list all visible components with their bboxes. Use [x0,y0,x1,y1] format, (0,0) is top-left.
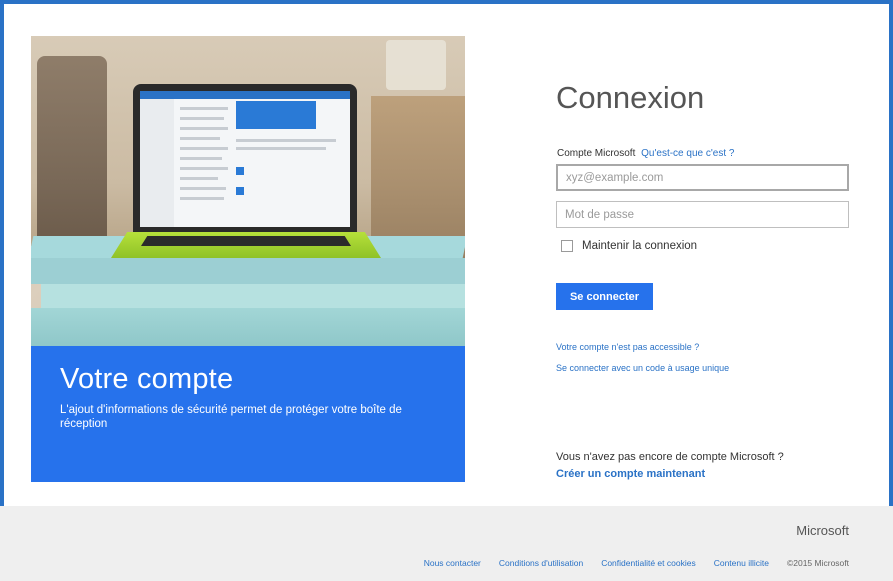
hero-image [31,36,465,346]
single-use-code-link[interactable]: Se connecter avec un code à usage unique [556,363,729,373]
brand-logo: Microsoft [796,523,849,538]
hero-banner: Votre compte L'ajout d'informations de s… [31,346,465,482]
footer-link-terms[interactable]: Conditions d'utilisation [499,558,583,568]
create-account-link[interactable]: Créer un compte maintenant [556,468,705,480]
password-field[interactable] [556,201,849,228]
copyright: ©2015 Microsoft [786,558,849,568]
footer-link-illegal-content[interactable]: Contenu illicite [714,558,769,568]
remember-row[interactable]: Maintenir la connexion [561,240,697,252]
laptop-illustration [133,84,357,234]
account-inaccessible-link[interactable]: Votre compte n'est pas accessible ? [556,342,699,352]
footer: Microsoft Nous contacter Conditions d'ut… [0,506,893,581]
account-label: Compte Microsoft [557,148,636,159]
account-help-link[interactable]: Qu'est-ce que c'est ? [641,148,734,159]
page-title: Connexion [556,80,705,115]
hero-panel: Votre compte L'ajout d'informations de s… [31,36,465,482]
footer-links: Nous contacter Conditions d'utilisation … [424,558,849,568]
remember-label: Maintenir la connexion [582,240,698,252]
email-field[interactable] [556,164,849,191]
remember-checkbox[interactable] [561,240,573,252]
footer-link-privacy[interactable]: Confidentialité et cookies [601,558,696,568]
no-account-text: Vous n'avez pas encore de compte Microso… [556,451,784,463]
hero-title: Votre compte [60,363,234,395]
account-label-row: Compte Microsoft Qu'est-ce que c'est ? [557,148,734,159]
footer-link-contact[interactable]: Nous contacter [424,558,481,568]
sign-in-button[interactable]: Se connecter [556,283,653,310]
hero-description: L'ajout d'informations de sécurité perme… [60,404,402,430]
